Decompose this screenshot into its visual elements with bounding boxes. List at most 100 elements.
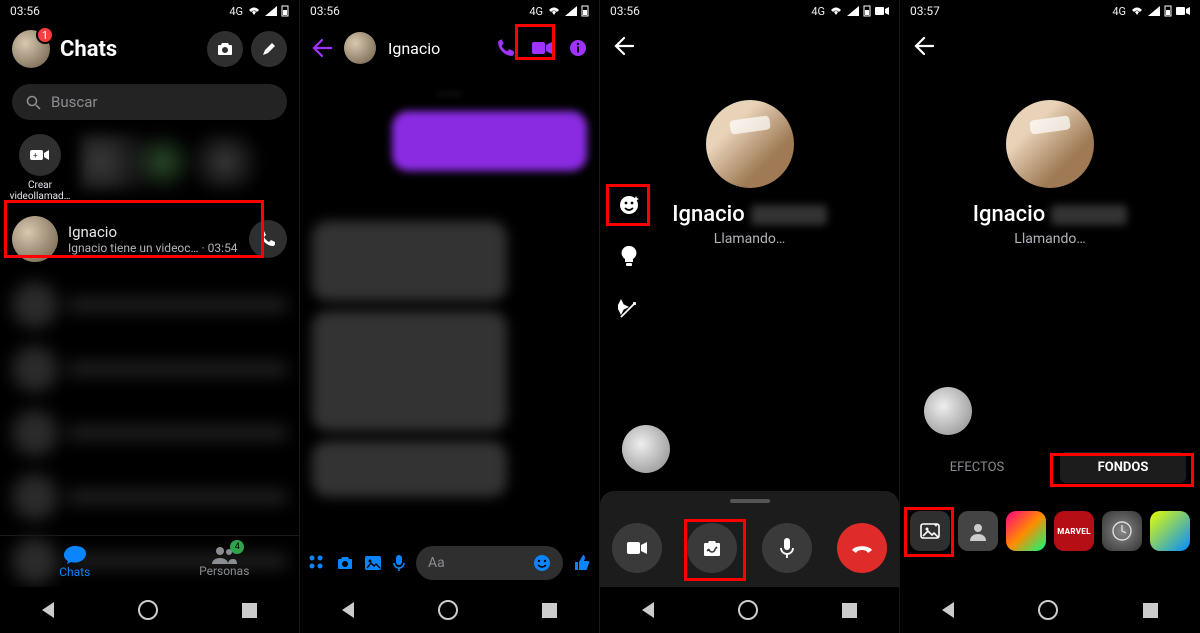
self-preview[interactable] [622,425,670,473]
my-avatar[interactable]: 1 [12,30,50,68]
nav-recent[interactable] [842,603,857,618]
nav-recent[interactable] [1143,603,1158,618]
call-header [600,22,899,70]
bg-upload-button[interactable] [910,511,950,551]
videocam-icon [875,6,889,16]
face-effects-button[interactable] [612,188,646,222]
android-nav [300,587,599,633]
nav-home[interactable] [138,600,158,620]
signal-icon [847,6,859,16]
nav-recent[interactable] [242,603,257,618]
chat-text: Ignacio Ignacio tiene un videoc… · 03:54 [68,223,239,255]
like-icon[interactable] [573,554,591,572]
bg-marvel[interactable]: MARVEL [1054,511,1094,551]
chat-call-button[interactable] [249,220,287,258]
signal-icon [265,6,277,16]
clock: 03:56 [10,4,40,18]
clock: 03:56 [310,4,340,18]
status-icons: 4G [811,5,889,18]
create-call-label: Crear videollamad… [10,180,71,202]
contact-avatar [706,100,794,188]
bg-none[interactable] [958,511,998,551]
status-bar: 03:56 4G [300,0,599,22]
video-call-button[interactable] [531,40,553,56]
people-badge: 4 [230,540,244,554]
call-status: Llamando… [900,231,1200,247]
network-label: 4G [529,5,543,18]
mic-icon[interactable] [392,554,406,572]
back-button[interactable] [614,37,634,55]
back-button[interactable] [914,37,934,55]
nav-recent[interactable] [542,603,557,618]
status-icons: 4G [1112,5,1190,18]
contact-avatar[interactable] [344,32,376,64]
bg-rainbow[interactable] [1006,511,1046,551]
bg-cyberpunk[interactable] [1150,511,1190,551]
emoji-icon[interactable] [533,554,551,572]
message-incoming [312,441,507,497]
camera-icon[interactable] [336,555,354,571]
message-input[interactable]: Aa [416,546,563,580]
battery-icon [863,5,871,17]
status-icons: 4G [529,5,589,18]
drag-handle[interactable] [730,499,770,503]
search-input[interactable]: Buscar [12,84,287,120]
tab-people[interactable]: 4 Personas [150,536,300,587]
apps-icon[interactable] [308,554,326,572]
wifi-icon [547,6,561,16]
nav-home[interactable] [1038,600,1058,620]
status-bar: 03:57 4G [900,0,1200,22]
signal-icon [565,6,577,16]
search-icon [26,95,41,110]
nav-home[interactable] [738,600,758,620]
nav-back[interactable] [942,602,954,618]
panel-calling-effects: 03:56 4G Ignacio Llamando… [600,0,900,633]
tab-effects[interactable]: EFECTOS [914,452,1040,483]
name-blur [1051,205,1127,225]
timestamp-blur: ——— [312,88,587,101]
info-button[interactable] [569,39,587,57]
self-preview[interactable] [924,387,972,435]
chat-name: Ignacio [68,223,239,241]
message-incoming [312,221,507,301]
contact-name[interactable]: Ignacio [388,39,485,58]
clock: 03:56 [610,4,640,18]
hangup-button[interactable] [837,523,887,573]
status-bar: 03:56 4G [600,0,899,22]
chat-item-ignacio[interactable]: Ignacio Ignacio tiene un videoc… · 03:54 [0,208,299,270]
nav-back[interactable] [342,602,354,618]
compose-button[interactable] [251,31,287,67]
back-button[interactable] [312,39,332,57]
conversation-header: Ignacio [300,22,599,74]
camera-button[interactable] [207,31,243,67]
nav-home[interactable] [438,600,458,620]
conversation-body[interactable]: ——— [300,74,599,515]
lighting-button[interactable] [612,240,646,274]
battery-icon [581,5,589,17]
toggle-video-button[interactable] [612,523,662,573]
voice-call-button[interactable] [497,39,515,57]
chat-avatar [12,216,58,262]
signal-icon [1148,6,1160,16]
gallery-icon[interactable] [364,555,382,571]
nav-back[interactable] [642,602,654,618]
composer-bar: Aa [300,539,599,587]
panel-backgrounds: 03:57 4G Ignacio Llamando… EFECTOS FONDO… [900,0,1200,633]
android-nav [900,587,1200,633]
mute-button[interactable] [762,523,812,573]
name-blur [751,205,827,225]
nav-back[interactable] [42,602,54,618]
backgrounds-row[interactable]: MARVEL [900,511,1200,551]
flip-camera-button[interactable] [687,523,737,573]
search-placeholder: Buscar [51,93,97,111]
tab-chats[interactable]: Chats [0,536,150,587]
panel-conversation: 03:56 4G Ignacio ——— [300,0,600,633]
create-video-call[interactable]: + Crear videollamad… [12,134,68,202]
panel-chats: 03:56 4G 1 Chats Buscar [0,0,300,633]
svg-text:+: + [33,151,38,160]
chats-header: 1 Chats [0,22,299,76]
tab-backgrounds[interactable]: FONDOS [1060,452,1186,483]
bg-clock[interactable] [1102,511,1142,551]
input-placeholder: Aa [428,555,445,571]
filters-button[interactable] [612,292,646,326]
